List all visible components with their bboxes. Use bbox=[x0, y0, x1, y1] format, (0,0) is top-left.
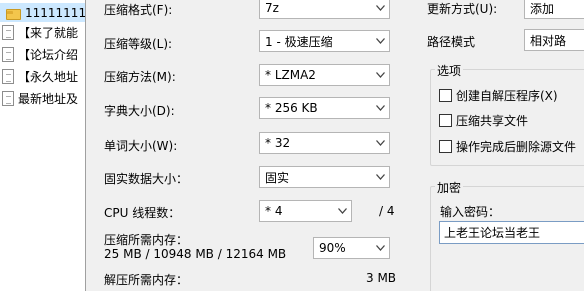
update-mode-select[interactable]: 添加 bbox=[524, 0, 584, 19]
format-select[interactable]: 7z bbox=[259, 0, 390, 19]
checkbox-icon bbox=[439, 140, 452, 153]
word-size-select[interactable]: * 32 bbox=[259, 132, 390, 154]
delete-after-checkbox-label: 操作完成后删除源文件 bbox=[456, 140, 577, 154]
threads-select[interactable]: * 4 bbox=[259, 200, 352, 222]
password-input[interactable]: 上老王论坛当老王 bbox=[439, 221, 584, 244]
chevron-down-icon bbox=[371, 238, 389, 258]
document-icon bbox=[2, 25, 14, 40]
file-list: 11111111111 【来了就能 【论坛介绍 【永久地址 最新地址及 bbox=[0, 0, 86, 291]
compress-mem-label: 压缩所需内存： bbox=[104, 233, 189, 247]
threads-value: * 4 bbox=[265, 204, 283, 218]
chevron-down-icon bbox=[371, 0, 389, 18]
dict-size-select[interactable]: * 256 KB bbox=[259, 97, 390, 119]
file-list-item[interactable]: 11111111111 bbox=[0, 3, 86, 22]
encryption-group-title: 加密 bbox=[435, 179, 464, 196]
level-label: 压缩等级(L): bbox=[104, 37, 173, 51]
file-name: 【来了就能 bbox=[18, 26, 79, 40]
chevron-down-icon bbox=[371, 167, 389, 187]
file-name: 【永久地址 bbox=[18, 70, 79, 84]
method-label: 压缩方法(M): bbox=[104, 70, 176, 84]
chevron-down-icon bbox=[371, 133, 389, 153]
path-mode-value: 相对路 bbox=[530, 33, 567, 48]
checkbox-icon bbox=[439, 114, 452, 127]
path-mode-label: 路径模式 bbox=[427, 35, 476, 49]
shared-files-checkbox[interactable]: 压缩共享文件 bbox=[439, 112, 528, 129]
decompress-mem-label: 解压所需内存： bbox=[104, 273, 189, 287]
solid-block-select[interactable]: 固实 bbox=[259, 166, 390, 188]
method-select[interactable]: * LZMA2 bbox=[259, 64, 390, 86]
compress-mem-select[interactable]: 90% bbox=[313, 237, 390, 259]
format-label: 压缩格式(F): bbox=[104, 3, 173, 17]
threads-label: CPU 线程数： bbox=[104, 206, 181, 220]
chevron-down-icon bbox=[333, 201, 351, 221]
level-value: 1 - 极速压缩 bbox=[265, 34, 333, 49]
delete-after-checkbox[interactable]: 操作完成后删除源文件 bbox=[439, 138, 576, 155]
document-icon bbox=[2, 47, 14, 62]
file-name: 【论坛介绍 bbox=[18, 48, 79, 62]
threads-total: / 4 bbox=[379, 204, 395, 218]
dict-size-label: 字典大小(D): bbox=[104, 104, 175, 118]
password-label: 输入密码： bbox=[440, 205, 501, 219]
file-list-item[interactable]: 【永久地址 bbox=[0, 67, 85, 86]
file-list-item[interactable]: 最新地址及 bbox=[0, 89, 85, 108]
file-list-item[interactable]: 【来了就能 bbox=[0, 23, 85, 42]
password-value: 上老王论坛当老王 bbox=[444, 226, 541, 240]
word-size-label: 单词大小(W): bbox=[104, 139, 178, 153]
path-mode-select[interactable]: 相对路 bbox=[524, 29, 584, 51]
document-icon bbox=[2, 91, 14, 106]
file-name: 最新地址及 bbox=[18, 92, 79, 106]
compress-mem-value: 90% bbox=[319, 241, 346, 255]
checkbox-icon bbox=[439, 89, 452, 102]
sfx-checkbox[interactable]: 创建自解压程序(X) bbox=[439, 87, 558, 104]
options-group-title: 选项 bbox=[435, 62, 464, 79]
shared-files-checkbox-label: 压缩共享文件 bbox=[456, 114, 529, 128]
file-name: 11111111111 bbox=[25, 5, 86, 20]
level-select[interactable]: 1 - 极速压缩 bbox=[259, 30, 390, 52]
dict-size-value: * 256 KB bbox=[265, 101, 318, 115]
solid-block-label: 固实数据大小： bbox=[104, 172, 189, 186]
sfx-checkbox-label: 创建自解压程序(X) bbox=[456, 89, 558, 103]
method-value: * LZMA2 bbox=[265, 68, 316, 82]
compress-mem-detail: 25 MB / 10948 MB / 12164 MB bbox=[104, 247, 287, 261]
file-list-item[interactable]: 【论坛介绍 bbox=[0, 45, 85, 64]
folder-icon bbox=[6, 8, 21, 20]
chevron-down-icon bbox=[371, 65, 389, 85]
document-icon bbox=[2, 69, 14, 84]
solid-block-value: 固实 bbox=[265, 170, 290, 185]
word-size-value: * 32 bbox=[265, 136, 291, 150]
decompress-mem-value: 3 MB bbox=[366, 271, 397, 285]
update-mode-value: 添加 bbox=[530, 1, 555, 16]
chevron-down-icon bbox=[371, 31, 389, 51]
chevron-down-icon bbox=[371, 98, 389, 118]
format-value: 7z bbox=[265, 1, 279, 15]
update-mode-label: 更新方式(U): bbox=[427, 2, 498, 16]
